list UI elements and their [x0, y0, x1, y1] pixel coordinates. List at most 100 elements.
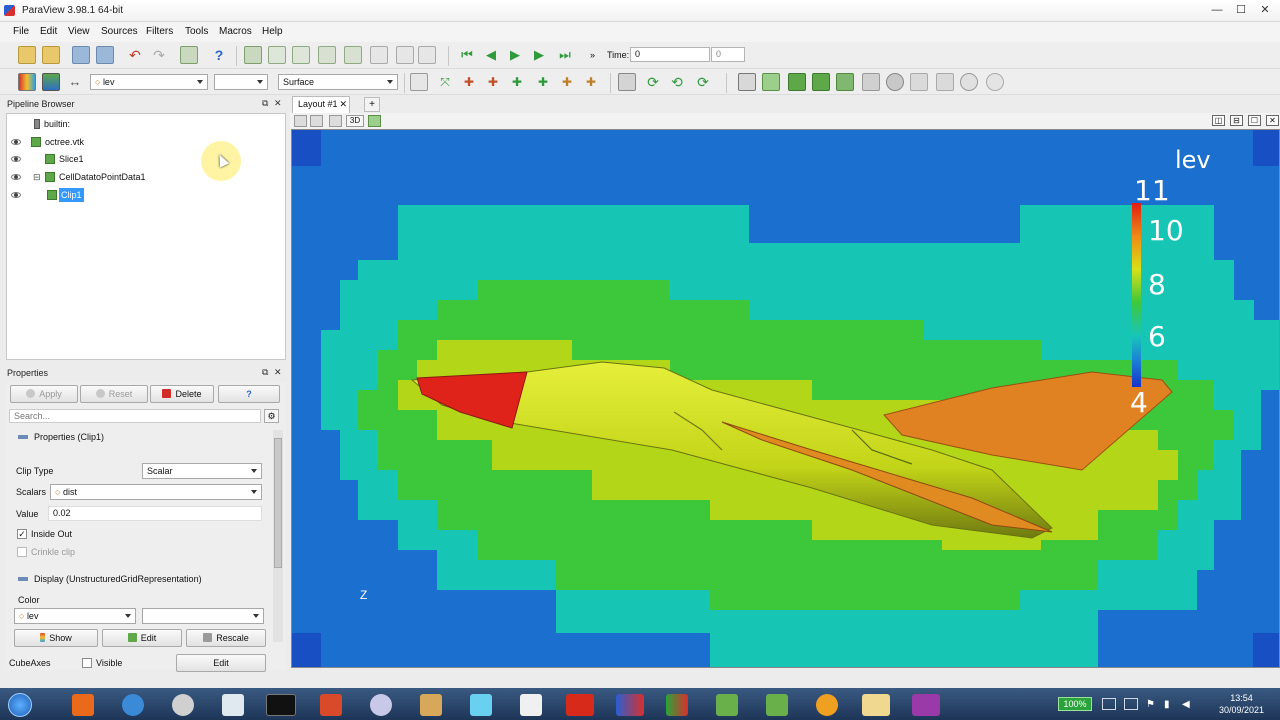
- show-colorbar-button[interactable]: Show: [14, 629, 98, 647]
- eye-icon[interactable]: [11, 139, 21, 145]
- view-minus-z-icon[interactable]: ✚: [582, 73, 600, 91]
- close-button[interactable]: ✕: [1254, 1, 1276, 19]
- value-input[interactable]: 0.02: [48, 506, 262, 521]
- split-view-vertical-icon[interactable]: ⊟: [1230, 115, 1243, 126]
- camera-reset-icon[interactable]: [180, 46, 198, 64]
- select-cells-icon[interactable]: [244, 46, 262, 64]
- rescale-button[interactable]: Rescale: [186, 629, 266, 647]
- component-select[interactable]: [214, 74, 268, 90]
- undo-icon[interactable]: ↶: [126, 46, 144, 64]
- split-vertical-icon[interactable]: [310, 115, 323, 127]
- view-minus-y-icon[interactable]: ✚: [534, 73, 552, 91]
- edit-colormap-button[interactable]: Edit: [102, 629, 182, 647]
- advanced-gear-icon[interactable]: ⚙: [264, 409, 279, 423]
- select-blocks-icon[interactable]: [318, 46, 336, 64]
- edit-colormap-icon[interactable]: [42, 73, 60, 91]
- menu-tools[interactable]: Tools: [185, 26, 208, 37]
- cube-axes-visible-checkbox[interactable]: [82, 658, 92, 668]
- taskbar-app-icon[interactable]: [320, 694, 342, 716]
- tray-volume-icon[interactable]: ◀: [1182, 699, 1190, 710]
- clip-filter-icon[interactable]: [788, 73, 806, 91]
- taskbar-app-icon[interactable]: [172, 694, 194, 716]
- first-frame-icon[interactable]: ⏮: [458, 46, 476, 64]
- tab-close-icon[interactable]: ✕: [339, 97, 347, 112]
- eye-icon[interactable]: [11, 174, 21, 180]
- taskbar-app-icon[interactable]: [816, 694, 838, 716]
- view-plus-x-icon[interactable]: ✚: [460, 73, 478, 91]
- taskbar-app-icon[interactable]: [72, 694, 94, 716]
- split-horizontal-icon[interactable]: [294, 115, 307, 127]
- crinkle-clip-checkbox[interactable]: [17, 547, 27, 557]
- taskbar-paraview-icon[interactable]: [616, 694, 644, 716]
- menu-filters[interactable]: Filters: [146, 26, 173, 37]
- reset-camera-icon[interactable]: [410, 73, 428, 91]
- reset-button[interactable]: Reset: [80, 385, 148, 403]
- tray-network-icon[interactable]: ▮: [1164, 699, 1170, 710]
- open-file-icon[interactable]: [18, 46, 36, 64]
- zoom-indicator[interactable]: 100%: [1058, 697, 1092, 711]
- time-step-spinbox[interactable]: 0: [711, 47, 745, 62]
- zoom-to-data-icon[interactable]: ⤧: [436, 73, 454, 91]
- toggle-3d-button[interactable]: 3D: [346, 115, 364, 127]
- taskbar-app-icon[interactable]: [766, 694, 788, 716]
- maximize-button[interactable]: ☐: [1230, 1, 1252, 19]
- connect-icon[interactable]: [72, 46, 90, 64]
- disconnect-icon[interactable]: [96, 46, 114, 64]
- close-view-icon[interactable]: ✕: [1266, 115, 1279, 126]
- tab-layout-1[interactable]: Layout #1 ✕: [292, 96, 350, 113]
- eye-icon[interactable]: [11, 156, 21, 162]
- extract-level-icon[interactable]: [986, 73, 1004, 91]
- clip-type-select[interactable]: Scalar: [142, 463, 262, 479]
- warp-vector-icon[interactable]: [936, 73, 954, 91]
- taskbar-app-icon[interactable]: [912, 694, 940, 716]
- taskbar-app-icon[interactable]: [470, 694, 492, 716]
- redo-icon[interactable]: ↷: [150, 46, 168, 64]
- menu-file[interactable]: File: [13, 26, 29, 37]
- rescale-range-icon[interactable]: ↔: [66, 73, 84, 91]
- properties-scrollbar[interactable]: [273, 430, 283, 642]
- tree-item-celldatatopointdata1[interactable]: ⊟ CellDatatoPointData1: [7, 169, 285, 185]
- color-array-select[interactable]: ○ lev: [90, 74, 208, 90]
- apply-button[interactable]: Apply: [10, 385, 78, 403]
- view-minus-x-icon[interactable]: ✚: [484, 73, 502, 91]
- delete-button[interactable]: Delete: [150, 385, 214, 403]
- taskbar-app-icon[interactable]: [666, 694, 688, 716]
- clear-selection-icon[interactable]: [418, 46, 436, 64]
- inside-out-checkbox[interactable]: ✓: [17, 529, 27, 539]
- rotate-90-icon[interactable]: ⟳: [694, 73, 712, 91]
- contour-icon[interactable]: [762, 73, 780, 91]
- camera-icon[interactable]: [368, 115, 381, 127]
- tree-item-slice1[interactable]: Slice1: [7, 151, 285, 167]
- taskbar-app-icon[interactable]: [566, 694, 594, 716]
- start-button-icon[interactable]: [8, 693, 32, 717]
- stream-tracer-icon[interactable]: [910, 73, 928, 91]
- taskbar-app-icon[interactable]: [420, 694, 442, 716]
- select-points-icon[interactable]: [268, 46, 286, 64]
- tree-item-octree[interactable]: octree.vtk: [7, 134, 285, 150]
- time-input[interactable]: 0: [630, 47, 710, 62]
- group-datasets-icon[interactable]: [960, 73, 978, 91]
- panel-close-icon[interactable]: ✕: [274, 98, 282, 109]
- slice-filter-icon[interactable]: [812, 73, 830, 91]
- select-frustum-icon[interactable]: [292, 46, 310, 64]
- tray-flag-icon[interactable]: ⚑: [1146, 699, 1155, 710]
- play-icon[interactable]: ▶: [506, 46, 524, 64]
- taskbar-clock[interactable]: 13:54 30/09/2021: [1219, 692, 1264, 716]
- menu-edit[interactable]: Edit: [40, 26, 57, 37]
- tree-item-builtin[interactable]: builtin:: [7, 116, 285, 132]
- cube-axes-edit-button[interactable]: Edit: [176, 654, 266, 672]
- taskbar-notepad-icon[interactable]: [520, 694, 542, 716]
- maximize-view-icon[interactable]: ☐: [1248, 115, 1261, 126]
- tray-icon[interactable]: [1124, 698, 1138, 710]
- scalars-select[interactable]: ○ dist: [50, 484, 262, 500]
- calculator-icon[interactable]: [738, 73, 756, 91]
- interactive-select-icon[interactable]: [344, 46, 362, 64]
- view-plus-z-icon[interactable]: ✚: [558, 73, 576, 91]
- next-frame-icon[interactable]: ▶: [530, 46, 548, 64]
- color-array-combo[interactable]: ○ lev: [14, 608, 136, 624]
- section-collapse-icon[interactable]: [18, 577, 28, 581]
- tray-icon[interactable]: [1102, 698, 1116, 710]
- open-folder-icon[interactable]: [42, 46, 60, 64]
- add-tab-button[interactable]: +: [364, 97, 380, 112]
- view-plus-y-icon[interactable]: ✚: [508, 73, 526, 91]
